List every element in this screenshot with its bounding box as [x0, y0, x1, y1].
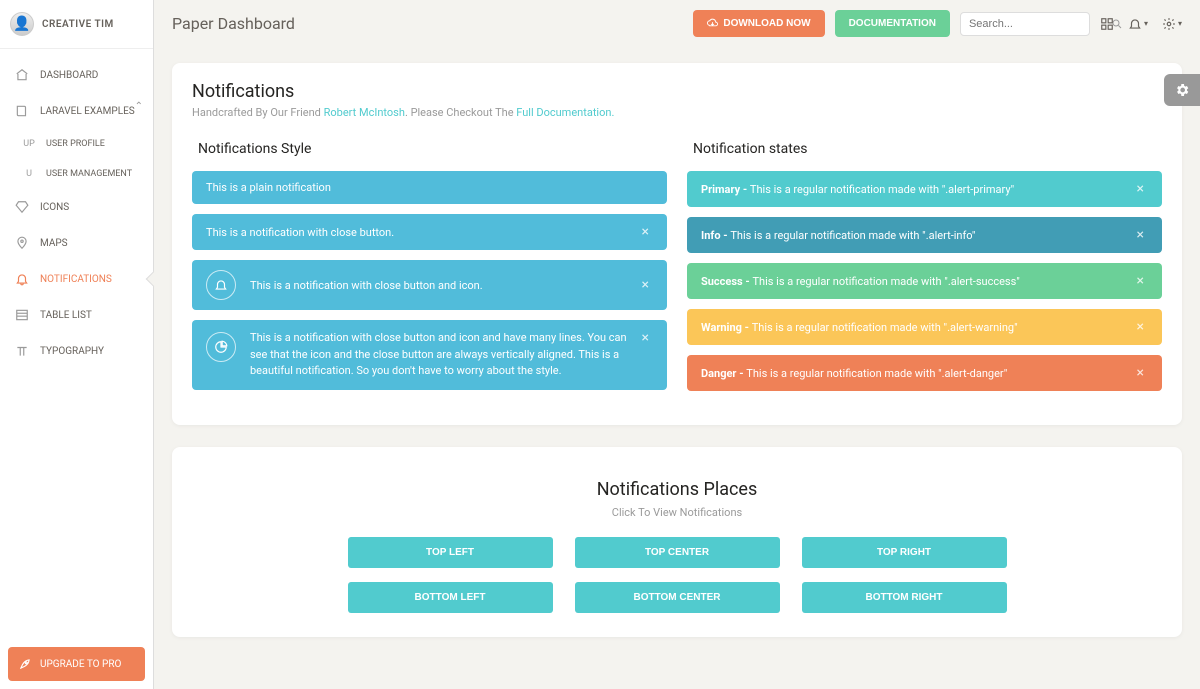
close-icon[interactable]: ×: [638, 277, 653, 293]
card-title: Notifications: [192, 81, 1162, 102]
place-top-left[interactable]: TOP LEFT: [348, 537, 553, 568]
link-author[interactable]: Robert McIntosh: [324, 106, 405, 119]
sidebar-item-laravel[interactable]: LARAVEL EXAMPLES ⌃: [0, 93, 153, 129]
close-icon[interactable]: ×: [638, 224, 653, 240]
bell-dropdown[interactable]: ▾: [1128, 17, 1148, 31]
sidebar-item-label: USER MANAGEMENT: [46, 169, 132, 179]
gear-icon: [1174, 82, 1190, 98]
sidebar: 👤 CREATIVE TIM DASHBOARD LARAVEL EXAMPLE…: [0, 0, 154, 689]
diamond-icon: [14, 199, 30, 215]
places-grid: TOP LEFT TOP CENTER TOP RIGHT BOTTOM LEF…: [182, 537, 1172, 613]
bank-icon: [14, 67, 30, 83]
place-bottom-left[interactable]: BOTTOM LEFT: [348, 582, 553, 613]
close-icon[interactable]: ×: [1133, 319, 1148, 335]
sidebar-item-icons[interactable]: ICONS: [0, 189, 153, 225]
sidebar-item-maps[interactable]: MAPS: [0, 225, 153, 261]
brand-name: CREATIVE TIM: [42, 19, 114, 30]
chevron-down-icon: ▾: [1178, 19, 1182, 28]
sidebar-item-user-profile[interactable]: UP USER PROFILE: [0, 129, 153, 159]
close-icon[interactable]: ×: [638, 330, 653, 346]
place-bottom-right[interactable]: BOTTOM RIGHT: [802, 582, 1007, 613]
alert-info: Info - This is a regular notification ma…: [687, 217, 1162, 253]
alert-multi: This is a notification with close button…: [192, 320, 667, 390]
topbar: Paper Dashboard DOWNLOAD NOW DOCUMENTATI…: [154, 0, 1200, 47]
places-title: Notifications Places: [182, 479, 1172, 500]
close-icon[interactable]: ×: [1133, 227, 1148, 243]
card-subtitle: Handcrafted By Our Friend Robert McIntos…: [192, 106, 1162, 119]
chart-icon: [206, 332, 236, 362]
place-bottom-center[interactable]: BOTTOM CENTER: [575, 582, 780, 613]
notification-states-col: Notification states Primary - This is a …: [687, 129, 1162, 401]
alert-icon: This is a notification with close button…: [192, 260, 667, 310]
download-button[interactable]: DOWNLOAD NOW: [693, 10, 824, 37]
notifications-card: Notifications Handcrafted By Our Friend …: [172, 63, 1182, 425]
sidebar-item-user-management[interactable]: U USER MANAGEMENT: [0, 159, 153, 189]
sidebar-item-label: TABLE LIST: [40, 310, 92, 321]
book-icon: [14, 103, 30, 119]
close-icon[interactable]: ×: [1133, 181, 1148, 197]
sidebar-item-label: USER PROFILE: [46, 139, 105, 149]
sidebar-item-label: NOTIFICATIONS: [40, 274, 112, 285]
sidebar-item-typography[interactable]: TYPOGRAPHY: [0, 333, 153, 369]
upgrade-button[interactable]: UPGRADE TO PRO: [8, 647, 145, 681]
bell-icon: [14, 271, 30, 287]
cloud-download-icon: [707, 18, 718, 29]
settings-float-button[interactable]: [1164, 74, 1200, 106]
sidebar-nav: DASHBOARD LARAVEL EXAMPLES ⌃ UP USER PRO…: [0, 49, 153, 639]
sidebar-item-label: TYPOGRAPHY: [40, 346, 104, 357]
search-input[interactable]: [969, 18, 1111, 30]
brand[interactable]: 👤 CREATIVE TIM: [0, 0, 153, 49]
chevron-down-icon: ▾: [1144, 19, 1148, 28]
sidebar-item-label: ICONS: [40, 202, 69, 213]
alert-warning: Warning - This is a regular notification…: [687, 309, 1162, 345]
gear-dropdown[interactable]: ▾: [1162, 17, 1182, 31]
sidebar-item-notifications[interactable]: NOTIFICATIONS: [0, 261, 153, 297]
link-docs[interactable]: Full Documentation.: [516, 106, 614, 119]
sidebar-item-label: LARAVEL EXAMPLES: [40, 106, 135, 117]
chevron-up-icon: ⌃: [135, 101, 143, 112]
col-title-left: Notifications Style: [192, 141, 667, 157]
sidebar-item-label: DASHBOARD: [40, 70, 98, 81]
page-title: Paper Dashboard: [172, 14, 683, 33]
place-top-right[interactable]: TOP RIGHT: [802, 537, 1007, 568]
alert-close: This is a notification with close button…: [192, 214, 667, 250]
upgrade-label: UPGRADE TO PRO: [40, 659, 121, 670]
sidebar-item-table[interactable]: TABLE LIST: [0, 297, 153, 333]
list-icon: [14, 307, 30, 323]
col-title-right: Notification states: [687, 141, 1162, 157]
topbar-icons: ▾ ▾: [1100, 17, 1182, 31]
alert-primary: Primary - This is a regular notification…: [687, 171, 1162, 207]
close-icon[interactable]: ×: [1133, 365, 1148, 381]
documentation-button[interactable]: DOCUMENTATION: [835, 10, 950, 37]
avatar: 👤: [10, 12, 34, 36]
close-icon[interactable]: ×: [1133, 273, 1148, 289]
bell-icon: [206, 270, 236, 300]
notifications-places-card: Notifications Places Click To View Notif…: [172, 447, 1182, 637]
sidebar-item-label: MAPS: [40, 238, 68, 249]
grid-icon[interactable]: [1100, 17, 1114, 31]
notifications-style-col: Notifications Style This is a plain noti…: [192, 129, 667, 401]
text-icon: [14, 343, 30, 359]
pin-icon: [14, 235, 30, 251]
mini-label: U: [22, 169, 36, 179]
search-wrapper[interactable]: [960, 12, 1090, 36]
sidebar-item-dashboard[interactable]: DASHBOARD: [0, 57, 153, 93]
alert-plain: This is a plain notification: [192, 171, 667, 204]
place-top-center[interactable]: TOP CENTER: [575, 537, 780, 568]
alert-success: Success - This is a regular notification…: [687, 263, 1162, 299]
places-subtitle: Click To View Notifications: [182, 506, 1172, 519]
alert-danger: Danger - This is a regular notification …: [687, 355, 1162, 391]
rocket-icon: [18, 657, 32, 671]
mini-label: UP: [22, 139, 36, 149]
